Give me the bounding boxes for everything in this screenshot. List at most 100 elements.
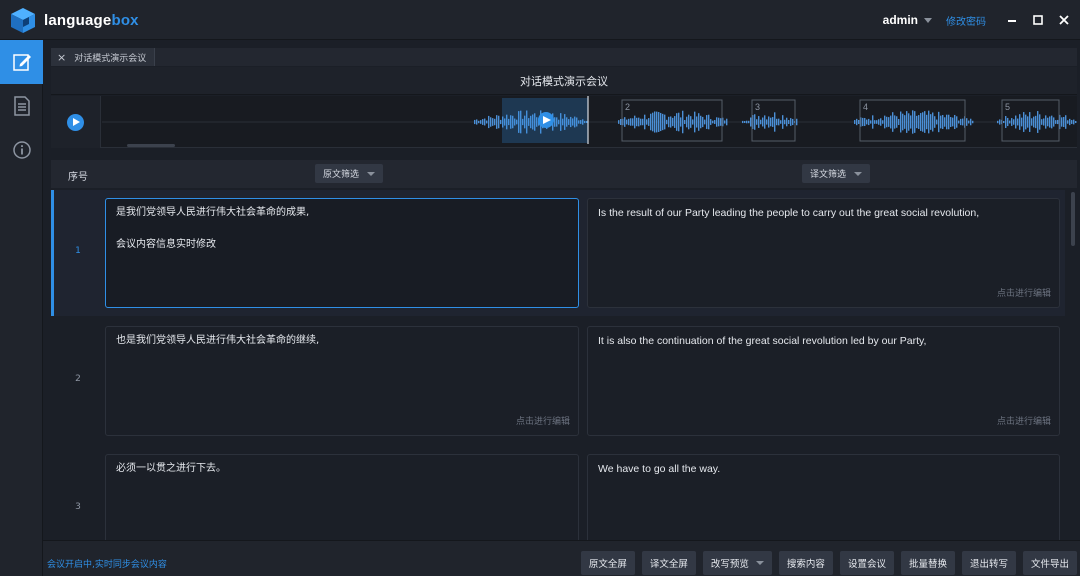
waveform-bar xyxy=(1073,119,1075,125)
scrollbar-thumb[interactable] xyxy=(1071,192,1075,246)
segment-box-5[interactable] xyxy=(1001,99,1060,142)
sidebar-item-info[interactable] xyxy=(0,128,43,172)
export-file-button[interactable]: 文件导出 xyxy=(1022,551,1077,575)
waveform-bar xyxy=(856,118,858,126)
target-text-cell[interactable]: It is also the continuation of the great… xyxy=(587,326,1060,436)
waveform-bar xyxy=(776,118,778,126)
waveform-bar xyxy=(944,117,946,127)
waveform-bar xyxy=(664,114,666,130)
tab-meeting[interactable]: × 对话模式演示会议 xyxy=(51,48,156,66)
target-text[interactable]: We have to go all the way. xyxy=(598,461,1049,477)
sidebar-item-document[interactable] xyxy=(0,84,43,128)
edit-hint[interactable]: 点击进行编辑 xyxy=(997,286,1051,299)
waveform-bar xyxy=(672,117,674,127)
source-text-cell[interactable]: 也是我们党领导人民进行伟大社会革命的继续, 点击进行编辑 xyxy=(105,326,579,436)
waveform-bar xyxy=(786,117,788,127)
waveform-bar xyxy=(666,119,668,125)
meeting-settings-button[interactable]: 设置会议 xyxy=(839,551,894,575)
waveform-bar xyxy=(640,118,642,126)
waveform-bar xyxy=(618,120,620,124)
waveform-bar xyxy=(928,110,930,134)
target-text[interactable]: Is the result of our Party leading the p… xyxy=(598,205,1049,221)
waveform-bar xyxy=(924,111,926,133)
waveform-bar xyxy=(934,116,936,128)
user-area: admin 修改密码 xyxy=(883,0,1080,40)
transcript-row[interactable]: 3 必须一以贯之进行下去。 We have to go all the way. xyxy=(51,446,1065,540)
waveform-bar xyxy=(954,114,956,130)
source-text[interactable]: 是我们党领导人民进行伟大社会革命的成果, xyxy=(116,205,568,221)
waveform-bar xyxy=(652,112,654,132)
waveform-bar xyxy=(970,118,972,126)
waveform-bar xyxy=(1021,117,1023,127)
target-fullscreen-button[interactable]: 译文全屏 xyxy=(641,551,696,575)
play-button[interactable] xyxy=(67,113,84,131)
waveform-bar xyxy=(644,114,646,130)
maximize-icon xyxy=(1033,15,1043,25)
footer-actions: 原文全屏 译文全屏 改写预览 搜索内容 设置会议 批量替换 退出转写 文件导出 xyxy=(574,551,1077,575)
waveform-bar xyxy=(626,119,628,125)
waveform-bar xyxy=(762,117,764,127)
edit-hint[interactable]: 点击进行编辑 xyxy=(516,414,570,427)
waveform-bar xyxy=(498,115,500,129)
batch-replace-button[interactable]: 批量替换 xyxy=(900,551,955,575)
target-text-cell[interactable]: We have to go all the way. xyxy=(587,454,1060,540)
waveform-bar xyxy=(904,115,906,129)
waveform-bar xyxy=(662,113,664,131)
target-filter-button[interactable]: 译文筛选 xyxy=(802,164,871,183)
search-content-button[interactable]: 搜索内容 xyxy=(778,551,833,575)
waveform-bar xyxy=(750,117,752,127)
waveform-bar xyxy=(1009,120,1011,124)
waveform-bar xyxy=(1071,120,1073,124)
waveform-bar xyxy=(500,119,502,125)
close-window-button[interactable] xyxy=(1054,10,1074,30)
waveform-bar xyxy=(780,120,782,124)
waveform-bar xyxy=(702,116,704,128)
tab-close-icon[interactable]: × xyxy=(57,51,66,64)
waveform-bar xyxy=(760,119,762,125)
target-filter-label: 译文筛选 xyxy=(810,170,847,180)
waveform-bar xyxy=(726,118,728,126)
minimize-button[interactable] xyxy=(1002,10,1022,30)
waveform-bar xyxy=(656,111,658,133)
rewrite-preview-button[interactable]: 改写预览 xyxy=(702,551,772,575)
waveform-bar xyxy=(696,116,698,128)
sidebar-item-edit[interactable] xyxy=(0,40,43,84)
transcript-row[interactable]: 2 也是我们党领导人民进行伟大社会革命的继续, 点击进行编辑 It is als… xyxy=(51,318,1065,444)
waveform-bar xyxy=(688,114,690,130)
waveform-bar xyxy=(714,120,716,124)
waveform-bar xyxy=(684,120,686,124)
waveform-bar xyxy=(796,118,798,126)
exit-transcribe-button[interactable]: 退出转写 xyxy=(961,551,1016,575)
waveform-bar xyxy=(997,120,999,124)
play-icon xyxy=(72,118,80,126)
waveform-bar xyxy=(918,115,920,129)
vertical-scrollbar[interactable] xyxy=(1070,190,1076,540)
waveform-bar xyxy=(922,112,924,132)
waveform[interactable]: 2 3 4 5 xyxy=(102,96,1077,148)
edit-hint[interactable]: 点击进行编辑 xyxy=(997,414,1051,427)
waveform-bar xyxy=(940,115,942,129)
waveform-bar xyxy=(624,117,626,127)
target-text[interactable]: It is also the continuation of the great… xyxy=(598,333,1049,349)
source-text-cell[interactable]: 必须一以贯之进行下去。 xyxy=(105,454,579,540)
logo-word-box: box xyxy=(111,11,139,29)
source-text[interactable]: 也是我们党领导人民进行伟大社会革命的继续, xyxy=(116,333,568,349)
target-text-cell[interactable]: Is the result of our Party leading the p… xyxy=(587,198,1060,308)
waveform-bar xyxy=(884,115,886,129)
waveform-scrollbar[interactable] xyxy=(127,144,175,147)
waveform-bar xyxy=(676,113,678,131)
user-name[interactable]: admin xyxy=(883,13,918,27)
maximize-button[interactable] xyxy=(1028,10,1048,30)
source-fullscreen-button[interactable]: 原文全屏 xyxy=(580,551,635,575)
waveform-bar xyxy=(1045,115,1047,129)
waveform-bar xyxy=(920,113,922,131)
change-password-link[interactable]: 修改密码 xyxy=(946,13,986,28)
source-extra-text[interactable]: 会议内容信息实时修改 xyxy=(116,237,568,253)
waveform-bar xyxy=(788,120,790,124)
chevron-down-icon[interactable] xyxy=(924,17,932,23)
source-text[interactable]: 必须一以贯之进行下去。 xyxy=(116,461,568,477)
source-text-cell[interactable]: 是我们党领导人民进行伟大社会革命的成果, 会议内容信息实时修改 xyxy=(105,198,579,308)
transcript-row[interactable]: 1 是我们党领导人民进行伟大社会革命的成果, 会议内容信息实时修改 Is the… xyxy=(51,190,1065,316)
source-filter-button[interactable]: 原文筛选 xyxy=(315,164,384,183)
waveform-bar xyxy=(872,115,874,129)
